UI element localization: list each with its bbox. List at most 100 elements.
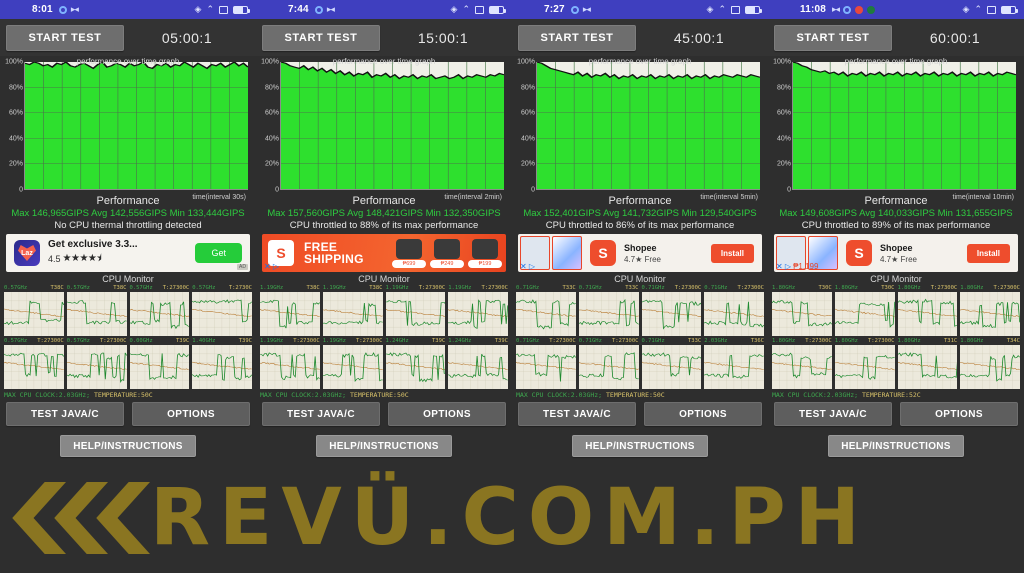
cpu-core-graph [516,292,576,336]
start-test-button[interactable]: START TEST [518,24,636,51]
phone-panel: 11:08 ▸◂ ◈ ⌃ START TEST 60:00:1 performance ov… [768,0,1024,573]
battery-icon [489,5,506,14]
start-test-button[interactable]: START TEST [262,24,380,51]
cpu-core-cell: 0.57GHz T:27300C [129,285,190,336]
ad-install-button[interactable]: Install [966,243,1010,263]
cpu-core-cell: 0.71GHz T33C [641,338,702,389]
cpu-core-cell: 1.19GHz T:27300C [385,285,446,336]
wifi-icon: ⌃ [718,4,726,14]
ad-banner[interactable]: S Shopee 4.7★ Free Install ✕ ▷ ₱1,199 [774,234,1018,272]
shopee-icon: S [590,240,616,266]
cpu-core-cell: 1.80GHz T31C [897,338,958,389]
performance-max: Max 157,560GIPS [267,208,345,219]
start-test-button[interactable]: START TEST [774,24,892,51]
cpu-core-freq: 1.80GHz [834,338,858,344]
cpu-core-freq: 0.57GHz [66,338,90,344]
cpu-core-temp: T:27300C [868,338,895,344]
cpu-core-freq: 1.19GHz [322,285,346,291]
cpu-core-freq: 0.71GHz [578,338,602,344]
test-java-c-button[interactable]: TEST JAVA/C [6,402,124,426]
max-cpu-clock: MAX CPU CLOCK:2.03GHz; [516,391,603,399]
cpu-core-temp: T39C [432,338,446,344]
top-toolbar: START TEST 45:00:1 [512,19,768,56]
cpu-core-graph [897,292,958,336]
app-root: REVÜ.COM.PH 8:01 ▸◂ ◈ ⌃ START TEST 05:00:1 per… [0,0,1024,573]
graph-title: performance over time graph [844,57,948,66]
cpu-core-cell: 1.19GHz T:27300C [322,338,383,389]
options-button[interactable]: OPTIONS [388,402,506,426]
ad-badge: AD [237,264,248,270]
cpu-core-temp: T:27300C [37,338,64,344]
ad-close-icon[interactable]: ✕ ▷ [520,262,535,271]
help-instructions-button[interactable]: HELP/INSTRUCTIONS [60,435,196,457]
options-button[interactable]: OPTIONS [644,402,762,426]
cpu-core-graph [578,292,639,336]
cpu-core-temp: T38C [50,285,64,291]
cpu-core-graph [4,292,64,336]
cpu-core-temp: T:27300C [612,338,639,344]
cpu-core-graph [322,345,383,389]
ad-subtitle: 4.7★ Free [624,254,661,264]
cpu-core-cell: 0.57GHz T:27300C [66,338,127,389]
cpu-core-freq: 0.71GHz [641,338,665,344]
ad-close-icon[interactable]: ✕ ▷ ₱1,199 [776,262,818,271]
help-instructions-button[interactable]: HELP/INSTRUCTIONS [572,435,708,457]
product-image [434,238,460,259]
performance-min: Min 133,444GIPS [169,208,245,219]
help-instructions-button[interactable]: HELP/INSTRUCTIONS [316,435,452,457]
product-image [472,238,498,259]
cpu-status-line: MAX CPU CLOCK:2.03GHz; TEMPERATURE:50C [260,391,508,399]
y-axis-tick: 40% [264,135,279,143]
start-test-button[interactable]: START TEST [6,24,124,51]
cpu-core-freq: 1.80GHz [772,338,796,344]
cpu-temperature: TEMPERATURE:52C [862,391,921,399]
x-axis-label: time(interval 30s) [192,194,246,201]
ad-install-button[interactable]: Install [710,243,754,263]
cpu-core-cell: 1.40GHz T39C [192,338,252,389]
cpu-core-temp: T30C [818,285,832,291]
cpu-core-graph [641,292,702,336]
cpu-core-temp: T31C [944,338,958,344]
y-axis-tick: 0 [19,186,23,194]
cpu-core-graph [834,292,895,336]
phone-panel: 7:27 ▸◂ ◈ ⌃ START TEST 45:00:1 performance ove… [512,0,768,573]
cpu-core-graph [704,292,764,336]
ad-close-icon[interactable]: ✕ ▷ [264,262,279,271]
test-java-c-button[interactable]: TEST JAVA/C [518,402,636,426]
cpu-core-cell: 1.24GHz T39C [448,338,508,389]
cpu-core-freq: 1.19GHz [260,338,284,344]
cpu-monitor-grid: 1.19GHz T38C 1.19GHz T38C 1.19GHz T:27300C 1.1… [260,285,508,389]
cpu-core-freq: 0.71GHz [516,338,540,344]
x-axis-label: time(interval 10min) [952,194,1014,201]
help-instructions-button[interactable]: HELP/INSTRUCTIONS [828,435,964,457]
record-icon [855,5,864,14]
ad-title: Shopee [624,242,657,253]
y-axis-tick: 20% [520,160,535,168]
cpu-core-temp: T:27300C [418,285,446,291]
test-java-c-button[interactable]: TEST JAVA/C [774,402,892,426]
ad-banner[interactable]: S FREE SHIPPING ₱699 ₱249 ₱199 ✕ ▷ [262,234,506,272]
sync-icon: ▸◂ [326,4,335,14]
cpu-core-cell: 1.80GHz T:27300C [772,338,832,389]
y-axis-tick: 0 [275,186,279,194]
top-toolbar: START TEST 60:00:1 [768,19,1024,56]
ad-banner[interactable]: Laz Get exclusive 3.3... 4.5 ★★★★⯨ Get AD [6,234,250,272]
ad-get-button[interactable]: Get [195,243,242,263]
ad-banner[interactable]: S Shopee 4.7★ Free Install ✕ ▷ [518,234,762,272]
cpu-core-temp: T34C [1006,338,1020,344]
cpu-status-line: MAX CPU CLOCK:2.03GHz; TEMPERATURE:50C [516,391,764,399]
cpu-core-graph [516,345,576,389]
cpu-core-freq: 1.80GHz [834,285,858,291]
gear-icon [314,5,323,14]
y-axis: 100% 80% 60% 40% 20% 0 [514,59,536,194]
shopee-icon: S [846,240,872,266]
status-time: 8:01 [32,4,53,15]
performance-avg: Avg 142,556GIPS [91,208,167,219]
cpu-core-cell: 0.00GHz T39C [129,338,190,389]
cpu-core-graph [772,345,832,389]
test-java-c-button[interactable]: TEST JAVA/C [262,402,380,426]
cpu-core-temp: T36C [750,338,764,344]
cpu-monitor-title: CPU Monitor [358,274,410,284]
options-button[interactable]: OPTIONS [900,402,1018,426]
options-button[interactable]: OPTIONS [132,402,250,426]
